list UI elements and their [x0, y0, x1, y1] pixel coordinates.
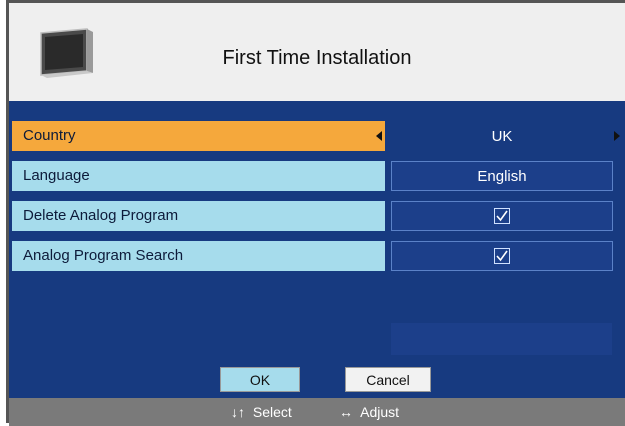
delete-analog-row[interactable]: Delete Analog Program [12, 201, 625, 231]
dialog-header: First Time Installation [9, 3, 625, 101]
language-row[interactable]: Language English [12, 161, 625, 191]
help-bar: ↓↑ Select ↔ Adjust [9, 398, 625, 426]
adjust-hint: ↔ Adjust [339, 404, 399, 420]
country-label: Country [12, 121, 385, 151]
select-hint-label: Select [252, 404, 292, 420]
analog-search-value[interactable] [391, 241, 613, 271]
install-dialog: First Time Installation Country UK Langu… [6, 0, 625, 426]
country-value[interactable]: UK [391, 121, 613, 151]
checkbox-checked-icon[interactable] [494, 248, 510, 265]
language-value[interactable]: English [391, 161, 613, 191]
arrow-left-icon[interactable] [376, 131, 382, 141]
select-hint: ↓↑ Select [231, 404, 292, 420]
delete-analog-label: Delete Analog Program [12, 201, 385, 231]
empty-value-slot [391, 323, 612, 355]
cancel-button[interactable]: Cancel [345, 367, 431, 392]
left-right-arrows-icon: ↔ [339, 404, 353, 420]
analog-search-label: Analog Program Search [12, 241, 385, 271]
arrow-right-icon[interactable] [614, 131, 620, 141]
adjust-hint-label: Adjust [360, 404, 400, 420]
country-row[interactable]: Country UK [12, 121, 625, 151]
analog-search-row[interactable]: Analog Program Search [12, 241, 625, 271]
checkbox-checked-icon[interactable] [494, 208, 510, 225]
ok-button[interactable]: OK [220, 367, 300, 392]
language-label: Language [12, 161, 385, 191]
up-down-arrows-icon: ↓↑ [231, 404, 245, 420]
delete-analog-value[interactable] [391, 201, 613, 231]
page-title: First Time Installation [222, 47, 412, 69]
